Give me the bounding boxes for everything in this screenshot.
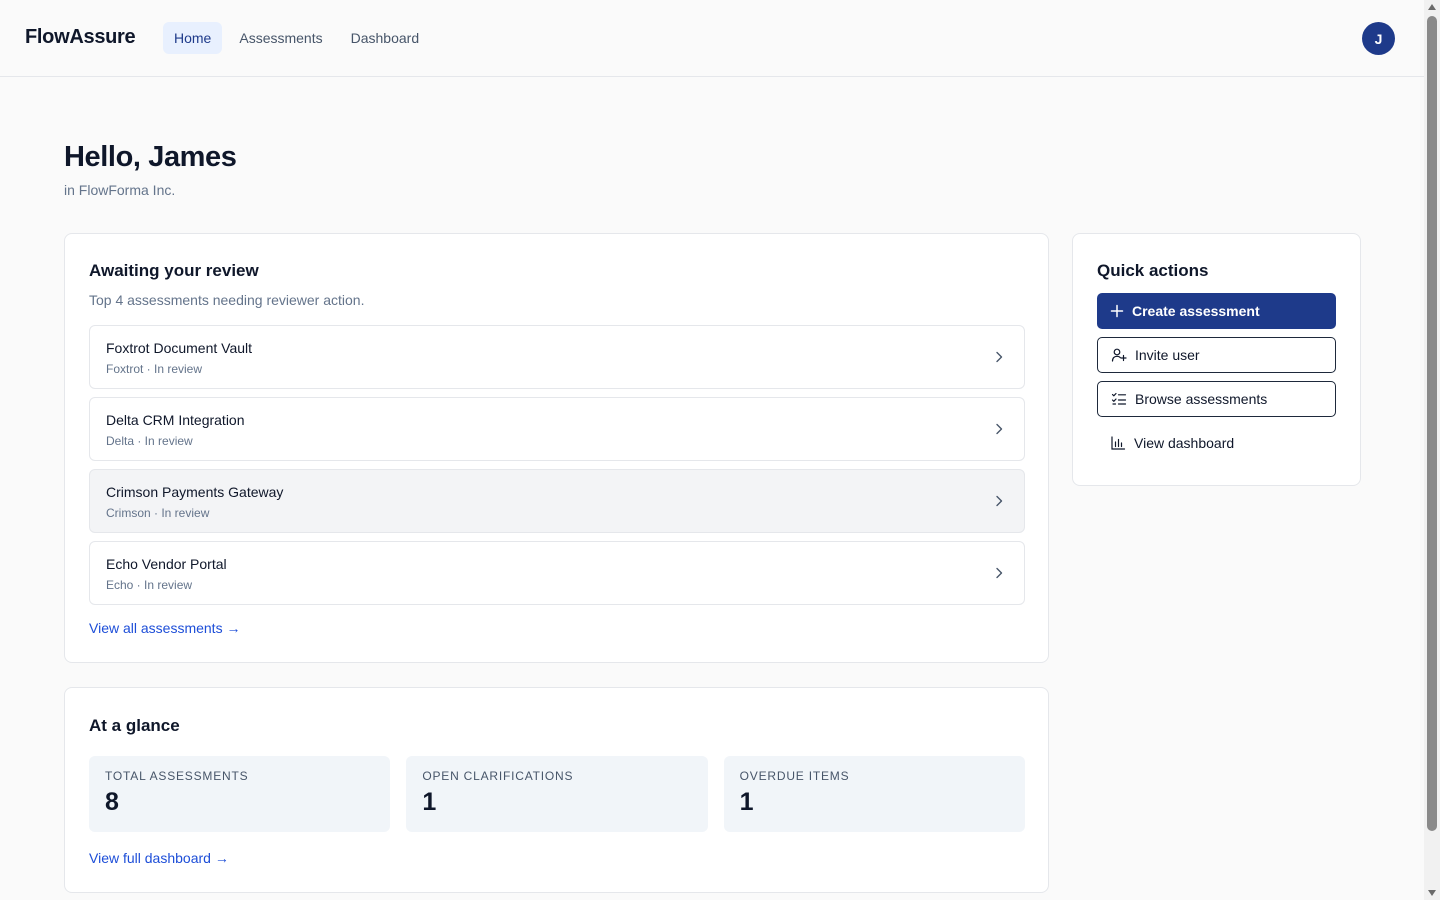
stat-label: OVERDUE ITEMS: [739, 769, 850, 783]
invite-user-label: Invite user: [1135, 347, 1200, 363]
review-item[interactable]: Foxtrot Document Vault Foxtrot · In revi…: [89, 325, 1025, 389]
bar-chart-icon: [1111, 436, 1126, 450]
review-list: Foxtrot Document Vault Foxtrot · In revi…: [89, 325, 1025, 613]
at-a-glance-card: At a glance TOTAL ASSESSMENTS 8 OPEN CLA…: [64, 687, 1049, 893]
review-item[interactable]: Delta CRM Integration Delta · In review: [89, 397, 1025, 461]
browse-assessments-label: Browse assessments: [1135, 391, 1268, 407]
create-assessment-button[interactable]: Create assessment: [1097, 293, 1336, 329]
review-item-meta: Delta · In review: [106, 434, 193, 448]
view-dashboard-label: View dashboard: [1134, 435, 1235, 451]
brand-logo[interactable]: FlowAssure: [25, 26, 136, 49]
stat-label: OPEN CLARIFICATIONS: [422, 769, 574, 783]
main-nav: Home Assessments Dashboard: [163, 22, 436, 54]
awaiting-review-title: Awaiting your review: [89, 261, 259, 280]
scroll-up-arrow-icon[interactable]: [1428, 4, 1436, 10]
review-item-meta: Foxtrot · In review: [106, 362, 203, 376]
view-full-dashboard-link[interactable]: View full dashboard →: [89, 850, 229, 866]
greeting-title: Hello, James: [64, 141, 237, 173]
stats-row: TOTAL ASSESSMENTS 8 OPEN CLARIFICATIONS …: [89, 756, 1025, 832]
review-item-title: Echo Vendor Portal: [106, 556, 227, 572]
review-item-title: Delta CRM Integration: [106, 412, 245, 428]
review-item[interactable]: Echo Vendor Portal Echo · In review: [89, 541, 1025, 605]
review-item[interactable]: Crimson Payments Gateway Crimson · In re…: [89, 469, 1025, 533]
stat-label: TOTAL ASSESSMENTS: [105, 769, 249, 783]
chevron-right-icon: [996, 567, 1003, 579]
scrollbar-thumb[interactable]: [1427, 16, 1437, 831]
user-plus-icon: [1111, 348, 1127, 362]
nav-assessments[interactable]: Assessments: [228, 22, 333, 54]
view-dashboard-button[interactable]: View dashboard: [1097, 425, 1336, 461]
browse-assessments-button[interactable]: Browse assessments: [1097, 381, 1336, 417]
invite-user-button[interactable]: Invite user: [1097, 337, 1336, 373]
awaiting-review-subtitle: Top 4 assessments needing reviewer actio…: [89, 292, 365, 308]
chevron-right-icon: [996, 351, 1003, 363]
nav-home[interactable]: Home: [163, 22, 223, 54]
review-item-meta: Echo · In review: [106, 578, 193, 592]
plus-icon: [1110, 304, 1124, 318]
scroll-down-arrow-icon[interactable]: [1428, 890, 1436, 896]
at-a-glance-title: At a glance: [89, 716, 180, 735]
chevron-right-icon: [996, 423, 1003, 435]
view-all-assessments-link[interactable]: View all assessments →: [89, 620, 240, 636]
organization-name: in FlowForma Inc.: [64, 182, 176, 198]
nav-dashboard[interactable]: Dashboard: [340, 22, 431, 54]
quick-actions-title: Quick actions: [1097, 261, 1209, 280]
chevron-right-icon: [996, 495, 1003, 507]
top-navbar: FlowAssure Home Assessments Dashboard J: [0, 0, 1424, 77]
review-item-title: Crimson Payments Gateway: [106, 484, 284, 500]
user-avatar[interactable]: J: [1362, 22, 1395, 55]
quick-actions-card: Quick actions Create assessment Invite u…: [1072, 233, 1361, 486]
awaiting-review-card: Awaiting your review Top 4 assessments n…: [64, 233, 1049, 663]
stat-open-clarifications: OPEN CLARIFICATIONS 1: [406, 756, 708, 832]
stat-value: 1: [422, 788, 437, 816]
stat-total-assessments: TOTAL ASSESSMENTS 8: [89, 756, 391, 832]
stat-value: 1: [739, 788, 754, 816]
stat-value: 8: [105, 788, 119, 816]
stat-overdue-items: OVERDUE ITEMS 1: [723, 756, 1025, 832]
create-assessment-label: Create assessment: [1132, 303, 1260, 319]
checklist-icon: [1111, 392, 1127, 405]
review-item-meta: Crimson · In review: [106, 506, 210, 520]
review-item-title: Foxtrot Document Vault: [106, 340, 253, 356]
page-scrollbar[interactable]: [1424, 0, 1440, 900]
